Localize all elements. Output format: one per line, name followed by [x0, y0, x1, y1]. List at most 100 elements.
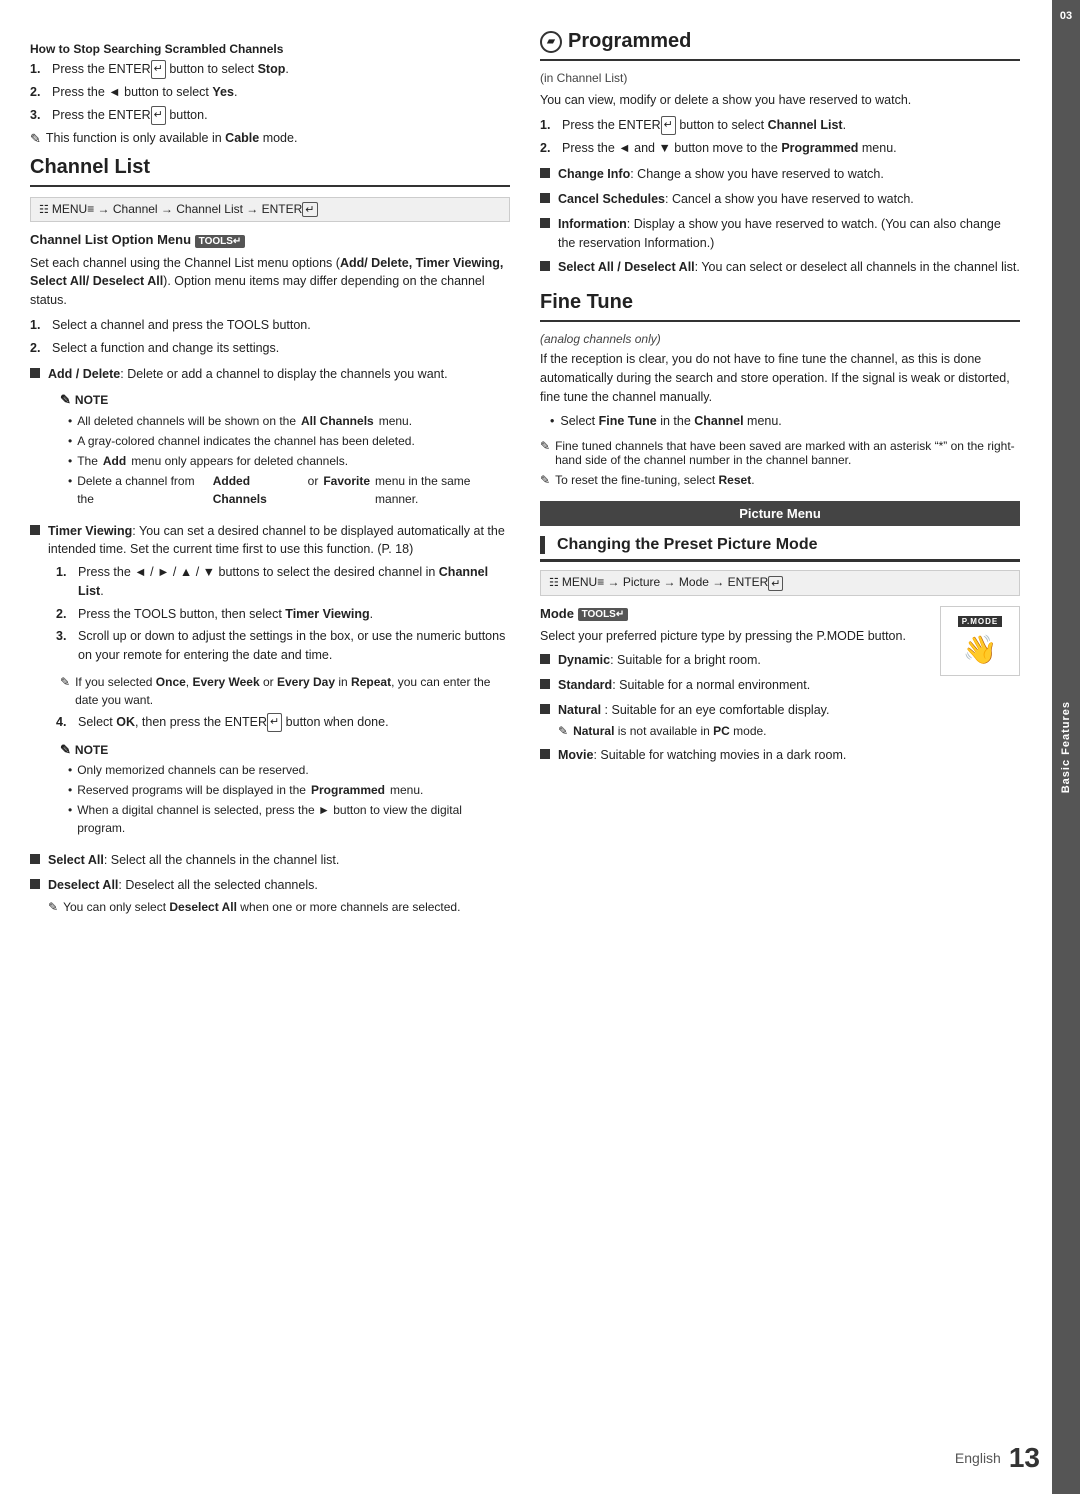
note-block-2: ✎ NOTE Only memorized channels can be re…	[48, 740, 510, 838]
square-icon	[540, 749, 550, 759]
list-item: Cancel Schedules: Cancel a show you have…	[540, 190, 1020, 209]
accent-bar	[540, 536, 545, 554]
tools-badge: TOOLS↵	[195, 235, 246, 248]
changing-picture-mode-section: Changing the Preset Picture Mode ☷ MENU≡…	[540, 536, 1020, 772]
note-pencil-icon: ✎	[48, 898, 58, 916]
chapter-label: Basic Features	[1060, 701, 1072, 793]
pmode-hand-icon: 👋	[963, 633, 998, 666]
fine-tune-description: If the reception is clear, you do not ha…	[540, 350, 1020, 406]
square-icon	[30, 879, 40, 889]
square-icon	[30, 368, 40, 378]
programmed-section: ▰ Programmed (in Channel List) You can v…	[540, 30, 1020, 277]
timer-viewing-steps-cont: 4. Select OK, then press the ENTER↵ butt…	[48, 713, 510, 732]
note-pencil-icon: ✎	[60, 673, 70, 691]
list-item: 2. Press the ◄ button to select Yes.	[30, 83, 510, 102]
mode-section: Mode TOOLS↵ Select your preferred pictur…	[540, 606, 1020, 773]
list-item: 1. Press the ◄ / ► / ▲ / ▼ buttons to se…	[56, 563, 510, 601]
footer: English 13	[955, 1442, 1040, 1474]
list-item: Change Info: Change a show you have rese…	[540, 165, 1020, 184]
list-item: Reserved programs will be displayed in t…	[68, 781, 510, 799]
side-tab: 03 Basic Features	[1052, 0, 1080, 1494]
list-item: 1. Select a channel and press the TOOLS …	[30, 316, 510, 335]
list-item: Natural : Suitable for an eye comfortabl…	[540, 701, 930, 740]
mode-list: Dynamic: Suitable for a bright room. Sta…	[540, 651, 930, 764]
list-item: 3. Press the ENTER↵ button.	[30, 106, 510, 125]
picture-menu-path: ☷ MENU≡ → Picture → Mode → ENTER↵	[540, 570, 1020, 595]
list-item: Select All / Deselect All: You can selec…	[540, 258, 1020, 277]
channel-list-description: Set each channel using the Channel List …	[30, 254, 510, 310]
enter-icon: ↵	[302, 202, 317, 217]
mode-heading: Mode TOOLS↵	[540, 606, 930, 621]
chapter-number: 03	[1060, 10, 1072, 22]
list-item: 1. Press the ENTER↵ button to select Sto…	[30, 60, 510, 79]
enter-icon: ↵	[151, 60, 166, 79]
fine-tune-title: Fine Tune	[540, 291, 1020, 322]
list-item: Timer Viewing: You can set a desired cha…	[30, 522, 510, 846]
programmed-description: You can view, modify or delete a show yo…	[540, 91, 1020, 110]
channel-list-steps: 1. Select a channel and press the TOOLS …	[30, 316, 510, 358]
pmode-image: P.MODE 👋	[940, 606, 1020, 676]
list-item: Delete a channel from the Added Channels…	[68, 472, 510, 508]
note-pencil-icon: ✎	[60, 740, 71, 760]
how-to-stop-section: How to Stop Searching Scrambled Channels…	[30, 42, 510, 148]
channel-list-menu-path: ☷ MENU≡ → Channel → Channel List → ENTER…	[30, 197, 510, 222]
square-icon	[30, 854, 40, 864]
list-item: Deselect All: Deselect all the selected …	[30, 876, 510, 916]
list-item: Standard: Suitable for a normal environm…	[540, 676, 930, 695]
channel-list-items: Add / Delete: Delete or add a channel to…	[30, 365, 510, 915]
enter-icon: ↵	[768, 576, 783, 591]
note-pencil-icon: ✎	[30, 129, 41, 149]
in-channel-note: (in Channel List)	[540, 71, 1020, 85]
analog-note: (analog channels only)	[540, 332, 1020, 346]
square-icon	[540, 261, 550, 271]
enter-icon: ↵	[267, 713, 282, 732]
programmed-icon: ▰	[540, 31, 562, 53]
list-item: 2. Press the TOOLS button, then select T…	[56, 605, 510, 624]
note-list-2: Only memorized channels can be reserved.…	[60, 761, 510, 837]
right-column: ▰ Programmed (in Channel List) You can v…	[540, 30, 1020, 1464]
square-icon	[540, 168, 550, 178]
menu-icon: ☷	[39, 203, 49, 216]
natural-note: ✎ Natural is not available in PC mode.	[558, 722, 829, 740]
list-item: All deleted channels will be shown on th…	[68, 412, 510, 430]
left-column: How to Stop Searching Scrambled Channels…	[30, 30, 510, 1464]
substep-note: ✎ If you selected Once, Every Week or Ev…	[48, 673, 510, 709]
list-item: Select All: Select all the channels in t…	[30, 851, 510, 870]
square-icon	[540, 218, 550, 228]
list-item: 2. Press the ◄ and ▼ button move to the …	[540, 139, 1020, 158]
square-icon	[540, 704, 550, 714]
fine-tune-bullets: Select Fine Tune in the Channel menu.	[540, 412, 1020, 431]
list-item: A gray-colored channel indicates the cha…	[68, 432, 510, 450]
fine-tune-note-2: ✎ To reset the fine-tuning, select Reset…	[540, 473, 1020, 487]
list-item: Information: Display a show you have res…	[540, 215, 1020, 253]
note-pencil-icon: ✎	[558, 722, 568, 740]
list-item: Select Fine Tune in the Channel menu.	[550, 412, 1020, 431]
note-block: ✎ NOTE All deleted channels will be show…	[48, 390, 510, 508]
list-item: 3. Scroll up or down to adjust the setti…	[56, 627, 510, 665]
list-item: Only memorized channels can be reserved.	[68, 761, 510, 779]
list-item: 2. Select a function and change its sett…	[30, 339, 510, 358]
note-pencil-icon: ✎	[60, 390, 71, 410]
square-icon	[540, 193, 550, 203]
list-item: Add / Delete: Delete or add a channel to…	[30, 365, 510, 515]
list-item: ✎ This function is only available in Cab…	[30, 129, 510, 149]
how-to-stop-heading: How to Stop Searching Scrambled Channels	[30, 42, 510, 56]
channel-list-option-menu-heading: Channel List Option Menu TOOLS↵	[30, 232, 510, 247]
fine-tune-note-1: ✎ Fine tuned channels that have been sav…	[540, 439, 1020, 467]
list-item: Movie: Suitable for watching movies in a…	[540, 746, 930, 765]
footer-page-number: 13	[1009, 1442, 1040, 1474]
pmode-label: P.MODE	[958, 616, 1003, 627]
timer-viewing-steps: 1. Press the ◄ / ► / ▲ / ▼ buttons to se…	[48, 563, 510, 665]
changing-picture-mode-title: Changing the Preset Picture Mode	[540, 536, 1020, 562]
deselect-note: ✎ You can only select Deselect All when …	[48, 898, 460, 916]
menu-icon: ☷	[549, 576, 559, 589]
square-icon	[540, 654, 550, 664]
fine-tune-section: Fine Tune (analog channels only) If the …	[540, 291, 1020, 487]
programmed-steps: 1. Press the ENTER↵ button to select Cha…	[540, 116, 1020, 158]
programmed-title: ▰ Programmed	[540, 30, 1020, 61]
channel-list-section: Channel List ☷ MENU≡ → Channel → Channel…	[30, 156, 510, 916]
note-pencil-icon: ✎	[540, 473, 550, 487]
enter-icon: ↵	[661, 116, 676, 135]
programmed-items: Change Info: Change a show you have rese…	[540, 165, 1020, 277]
list-item: When a digital channel is selected, pres…	[68, 801, 510, 837]
